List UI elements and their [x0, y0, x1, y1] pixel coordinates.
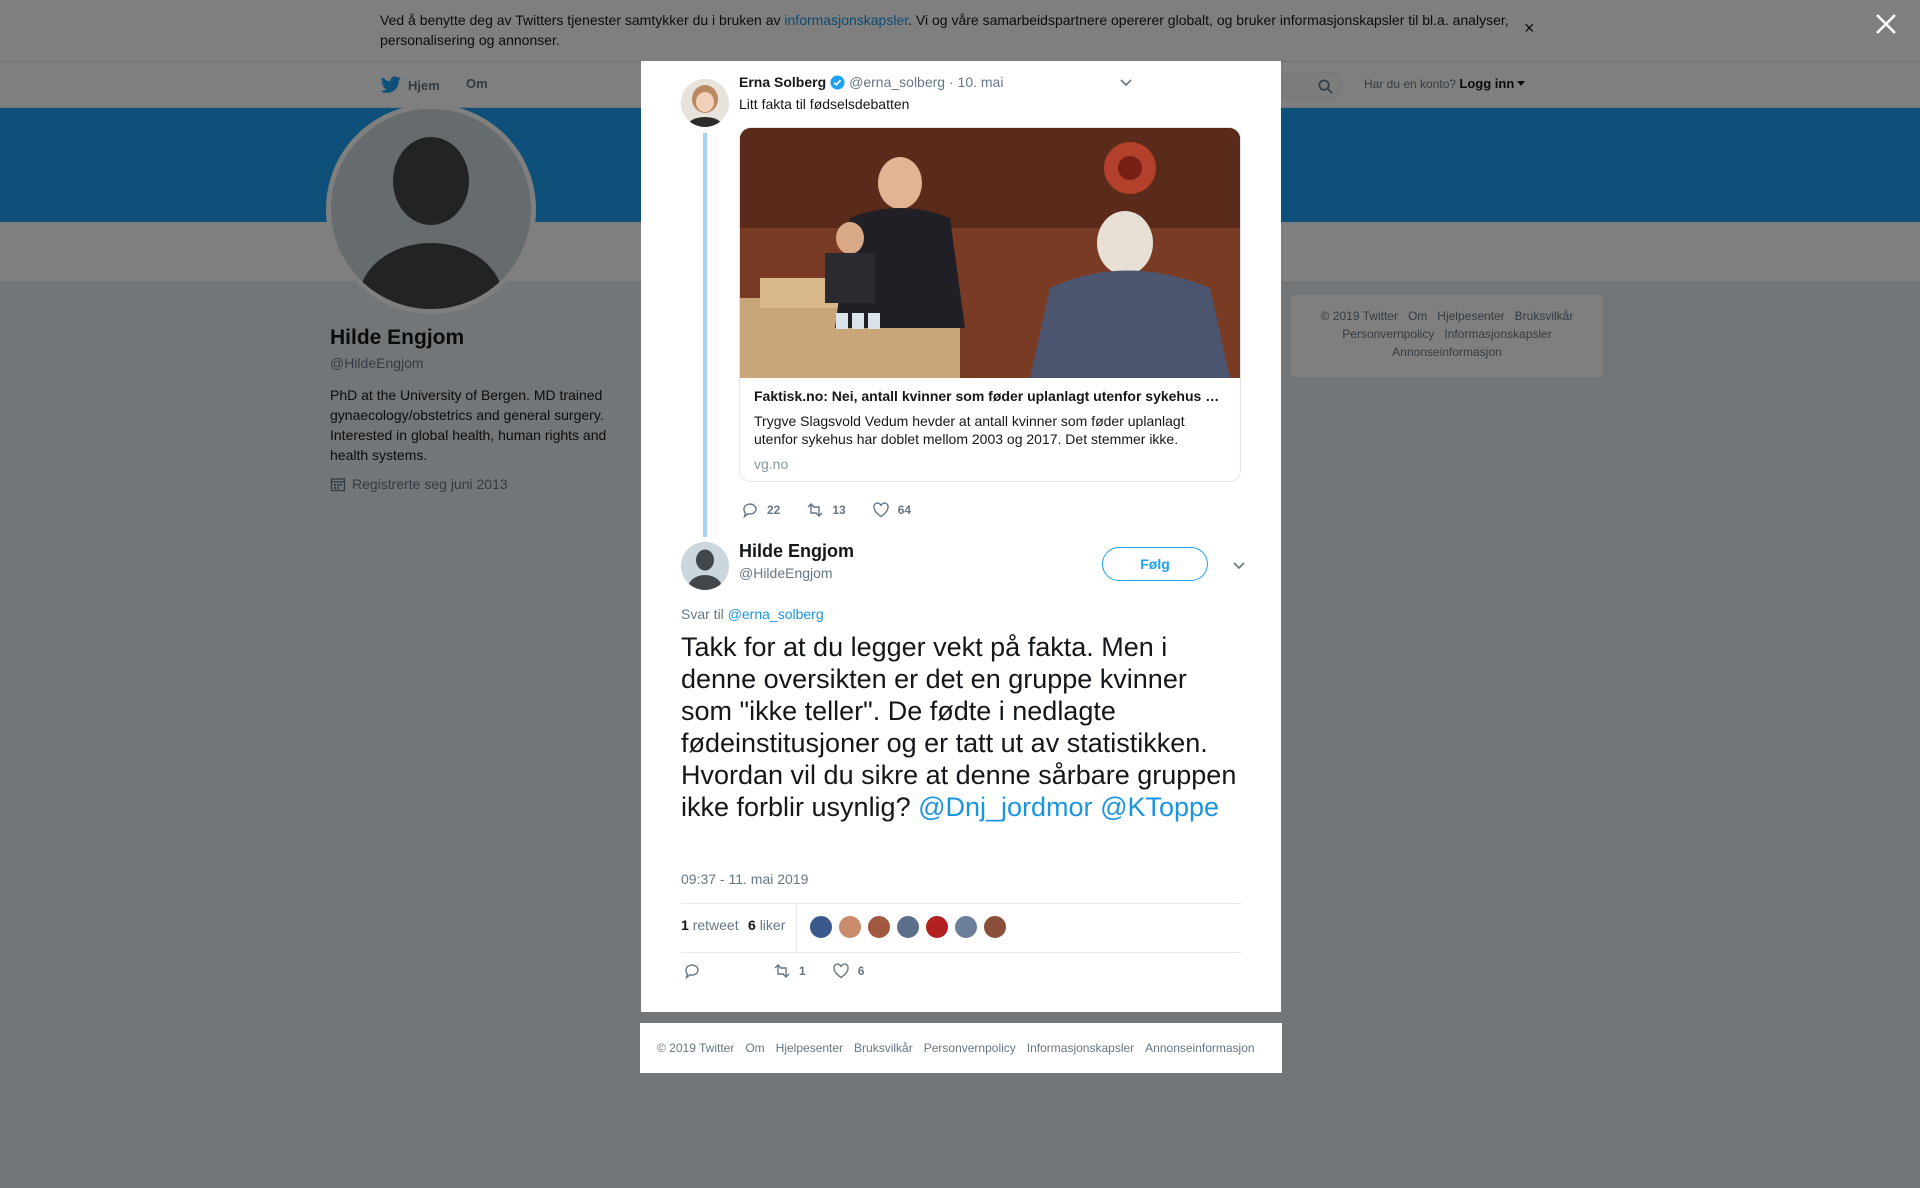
reply-count: 22	[767, 503, 781, 517]
liker-avatar[interactable]	[896, 915, 920, 939]
parent-avatar[interactable]	[681, 79, 729, 127]
reply-to-context: Svar til @erna_solberg	[681, 606, 824, 622]
retweet-icon	[774, 964, 790, 978]
parent-header: Erna Solberg @erna_solberg · 10. mai	[739, 74, 1003, 90]
reply-tweet-text: Takk for at du legger vekt på fakta. Men…	[681, 631, 1241, 823]
verified-icon	[830, 74, 845, 90]
stats-divider	[796, 904, 797, 952]
link-card-domain: vg.no	[754, 456, 789, 472]
parent-author-name[interactable]: Erna Solberg	[739, 74, 826, 90]
link-card-body: Faktisk.no: Nei, antall kvinner som føde…	[740, 378, 1240, 481]
footer-about[interactable]: Om	[745, 1041, 764, 1055]
reply-avatar[interactable]	[681, 542, 729, 590]
link-card-image	[740, 128, 1240, 378]
liker-avatars	[809, 915, 1012, 939]
reply-author-name[interactable]: Hilde Engjom	[739, 541, 854, 562]
parent-actions: 22 13 64	[741, 501, 937, 519]
follow-button[interactable]: Følg	[1102, 547, 1208, 581]
retweet-stat-count: 1	[681, 917, 689, 933]
link-card-description: Trygve Slagsvold Vedum hevder at antall …	[754, 413, 1185, 447]
parent-author-handle[interactable]: @erna_solberg	[849, 74, 945, 90]
retweet-count: 13	[832, 503, 846, 517]
footer-help[interactable]: Hjelpesenter	[776, 1041, 843, 1055]
retweet-icon	[807, 503, 823, 517]
like-stat[interactable]: 6 liker	[748, 917, 785, 933]
reply-author-handle[interactable]: @HildeEngjom	[739, 565, 833, 581]
retweet-count: 1	[799, 964, 806, 978]
mention-link[interactable]: @Dnj_jordmor	[918, 792, 1092, 822]
default-avatar-icon	[681, 542, 729, 590]
like-count: 64	[897, 503, 912, 517]
thread-line	[703, 133, 707, 537]
chevron-down-icon[interactable]	[1119, 78, 1133, 88]
like-stat-label: liker	[759, 917, 786, 933]
liker-avatar[interactable]	[983, 915, 1007, 939]
retweet-stat[interactable]: 1 retweet	[681, 917, 739, 933]
like-count: 6	[857, 964, 865, 978]
reply-button[interactable]: 22	[741, 501, 780, 519]
parliament-photo	[740, 128, 1240, 378]
parent-avatar-image	[681, 79, 729, 127]
heart-icon	[832, 963, 849, 979]
reply-button[interactable]	[683, 962, 709, 980]
like-button[interactable]: 6	[832, 962, 865, 980]
reply-actions: 1 6	[683, 962, 890, 980]
reply-icon	[743, 503, 757, 519]
link-card[interactable]: Faktisk.no: Nei, antall kvinner som føde…	[739, 127, 1241, 482]
parent-date-separator: ·	[945, 74, 958, 90]
reply-to-label: Svar til	[681, 606, 728, 622]
liker-avatar[interactable]	[867, 915, 891, 939]
liker-avatar[interactable]	[954, 915, 978, 939]
mention-link[interactable]: @KToppe	[1100, 792, 1219, 822]
chevron-down-icon[interactable]	[1232, 561, 1246, 571]
parent-tweet-text: Litt fakta til fødselsdebatten	[739, 96, 910, 112]
close-modal-icon[interactable]	[1872, 10, 1900, 38]
retweet-button[interactable]: 13	[806, 501, 846, 519]
tweet-modal: Erna Solberg @erna_solberg · 10. mai Lit…	[641, 61, 1281, 1012]
like-button[interactable]: 64	[872, 501, 911, 519]
reply-timestamp: 09:37 - 11. mai 2019	[681, 871, 809, 887]
footer-copyright: © 2019 Twitter	[657, 1041, 735, 1055]
retweet-stat-label: retweet	[692, 917, 739, 933]
retweet-button[interactable]: 1	[773, 962, 806, 980]
footer-privacy[interactable]: Personvernpolicy	[924, 1041, 1016, 1055]
heart-icon	[873, 502, 889, 518]
liker-avatar[interactable]	[838, 915, 862, 939]
like-stat-count: 6	[748, 917, 756, 933]
footer-terms[interactable]: Bruksvilkår	[854, 1041, 913, 1055]
tweet-stats: 1 retweet 6 liker	[681, 903, 1241, 953]
modal-footer: © 2019 Twitter Om Hjelpesenter Bruksvilk…	[640, 1023, 1282, 1073]
link-card-title: Faktisk.no: Nei, antall kvinner som føde…	[754, 388, 1226, 404]
liker-avatar[interactable]	[809, 915, 833, 939]
parent-tweet-date[interactable]: 10. mai	[958, 74, 1004, 90]
liker-avatar[interactable]	[925, 915, 949, 939]
footer-ads[interactable]: Annonseinformasjon	[1145, 1041, 1254, 1055]
reply-to-mention[interactable]: @erna_solberg	[728, 606, 824, 622]
reply-icon	[685, 964, 699, 980]
footer-cookies[interactable]: Informasjonskapsler	[1027, 1041, 1134, 1055]
